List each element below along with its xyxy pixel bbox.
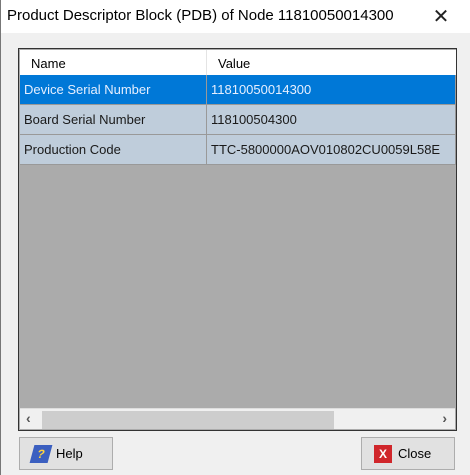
cell-value: 118100504300 bbox=[207, 105, 456, 135]
table-row[interactable]: Production Code TTC-5800000AOV010802CU00… bbox=[20, 135, 456, 165]
column-header-name[interactable]: Name bbox=[20, 50, 207, 75]
help-book-icon: ? bbox=[29, 444, 53, 463]
cell-name: Board Serial Number bbox=[20, 105, 207, 135]
table-row[interactable]: Board Serial Number 118100504300 bbox=[20, 105, 456, 135]
window-close-icon[interactable]: ✕ bbox=[429, 4, 453, 29]
close-red-x-icon: X bbox=[374, 444, 392, 463]
title-bar: Product Descriptor Block (PDB) of Node 1… bbox=[1, 0, 470, 33]
help-button[interactable]: ? Help bbox=[19, 437, 113, 470]
close-label: Close bbox=[398, 446, 432, 461]
column-header-value[interactable]: Value bbox=[207, 50, 456, 75]
help-label: Help bbox=[56, 446, 83, 461]
cell-value: 11810050014300 bbox=[207, 75, 456, 105]
scrollbar-thumb[interactable] bbox=[42, 411, 334, 429]
horizontal-scrollbar[interactable]: ‹ › bbox=[20, 408, 455, 429]
pdb-grid: Name Value Device Serial Number 11810050… bbox=[18, 48, 457, 431]
grid-header: Name Value bbox=[20, 50, 456, 75]
window-title: Product Descriptor Block (PDB) of Node 1… bbox=[7, 7, 394, 24]
table-row[interactable]: Device Serial Number 11810050014300 bbox=[20, 75, 456, 105]
close-button[interactable]: X Close bbox=[361, 437, 455, 470]
scroll-right-icon[interactable]: › bbox=[442, 410, 447, 426]
cell-value: TTC-5800000AOV010802CU0059L58E bbox=[207, 135, 456, 165]
cell-name: Device Serial Number bbox=[20, 75, 207, 105]
cell-name: Production Code bbox=[20, 135, 207, 165]
scroll-left-icon[interactable]: ‹ bbox=[26, 410, 31, 426]
